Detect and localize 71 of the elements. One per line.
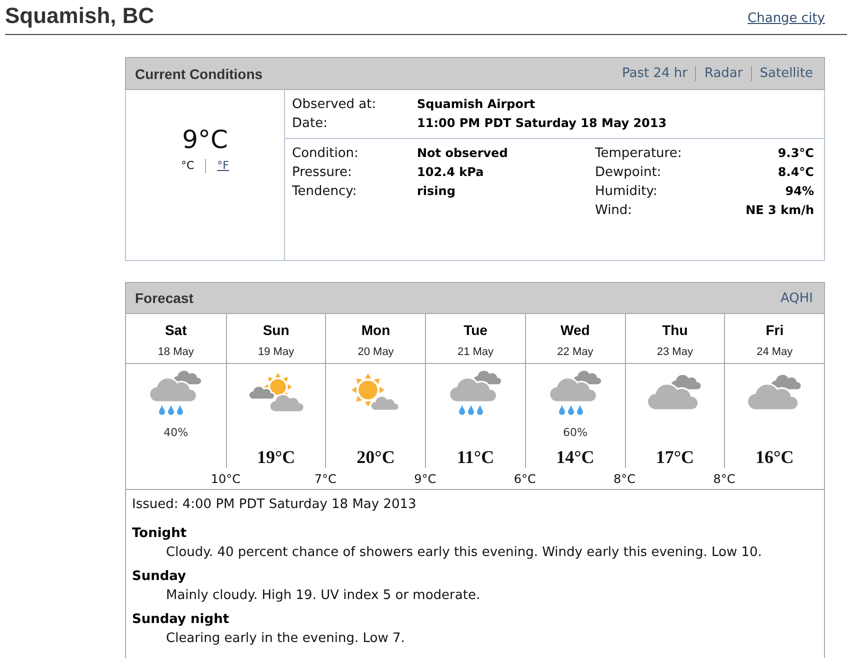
- day-name: Sat: [164, 321, 187, 340]
- detail-value: 11:00 PM PDT Saturday 18 May 2013: [417, 115, 668, 132]
- high-temperature: 11°C: [456, 446, 494, 468]
- header-link[interactable]: AQHI: [772, 290, 813, 306]
- rain-cloud-icon: [148, 368, 204, 416]
- period-text: Cloudy. 40 percent chance of showers early this evening. Windy early this evening. Low 10.: [165, 544, 763, 562]
- detail-label: Dewpoint:: [595, 164, 662, 182]
- period-title: Tonight: [132, 525, 188, 543]
- day-date: 19 May: [258, 345, 294, 360]
- day-date: 21 May: [457, 345, 494, 360]
- day-name: Fri: [766, 321, 784, 340]
- day-date: 24 May: [756, 345, 793, 360]
- selected-unit: °C: [180, 159, 196, 173]
- low-temperature: 6°C: [514, 470, 536, 486]
- current-temperature: 9°C: [182, 125, 228, 155]
- detail-value: Not observed: [417, 145, 509, 162]
- detail-label: Humidity:: [595, 183, 658, 201]
- day-name: Tue: [464, 321, 488, 340]
- low-temperature: 7°C: [314, 470, 336, 486]
- detail-label: Condition:: [292, 145, 360, 163]
- high-temperature: 16°C: [756, 446, 794, 468]
- rain-cloud-icon: [448, 368, 503, 416]
- detail-label: Wind:: [595, 202, 634, 220]
- unit-link[interactable]: °F: [206, 159, 240, 173]
- detail-label: Tendency:: [292, 183, 358, 201]
- detail-value: 102.4 kPa: [417, 164, 485, 181]
- low-temperature: 8°C: [713, 470, 736, 486]
- day-date: 23 May: [656, 345, 693, 360]
- low-temperature: 8°C: [614, 470, 636, 486]
- sun-cloud-icon: [351, 373, 400, 411]
- high-temperature: 19°C: [256, 446, 296, 468]
- panel-title: Current Conditions: [135, 66, 263, 82]
- low-temperature: 9°C: [414, 470, 436, 486]
- period-title: Sunday night: [132, 611, 230, 629]
- clouds-icon: [747, 373, 802, 411]
- day-name: Mon: [361, 321, 390, 340]
- detail-label: Observed at:: [292, 96, 378, 114]
- detail-value: 8.4°C: [776, 164, 814, 181]
- period-text: Mainly cloudy. High 19. UV index 5 or moderate.: [165, 587, 482, 605]
- high-temperature: 20°C: [356, 446, 395, 468]
- detail-label: Date:: [292, 115, 328, 133]
- header-link[interactable]: Radar: [695, 66, 751, 81]
- city-title: Squamish, BC: [5, 3, 154, 29]
- day-date: 22 May: [557, 345, 594, 360]
- high-temperature: 17°C: [656, 446, 694, 468]
- detail-label: Pressure:: [292, 164, 353, 182]
- day-date: 18 May: [158, 345, 194, 360]
- rain-cloud-icon: [548, 368, 603, 416]
- detail-value: 9.3°C: [776, 145, 814, 162]
- precipitation-chance: 40%: [164, 426, 188, 440]
- day-name: Wed: [560, 321, 590, 340]
- sun-clouds-icon: [248, 372, 305, 412]
- detail-label: Temperature:: [595, 145, 683, 163]
- day-name: Thu: [662, 321, 688, 340]
- period-text: Clearing early in the evening. Low 7.: [165, 630, 406, 648]
- header-link[interactable]: Satellite: [750, 66, 813, 81]
- precipitation-chance: 60%: [562, 426, 588, 440]
- detail-value: 94%: [784, 183, 814, 200]
- high-temperature: 14°C: [556, 446, 594, 468]
- day-date: 20 May: [358, 345, 394, 360]
- low-temperature: 10°C: [210, 470, 241, 486]
- day-name: Sun: [262, 321, 290, 340]
- detail-value: rising: [417, 183, 456, 200]
- detail-value: Squamish Airport: [417, 96, 536, 113]
- header-link[interactable]: Past 24 hr: [614, 66, 696, 81]
- period-title: Sunday: [132, 568, 188, 586]
- change-city-link[interactable]: Change city: [748, 11, 825, 26]
- detail-value: NE 3 km/h: [746, 202, 814, 219]
- issued-time: Issued: 4:00 PM PDT Saturday 18 May 2013: [132, 496, 418, 514]
- panel-title: Forecast: [135, 290, 194, 306]
- clouds-icon: [647, 373, 702, 411]
